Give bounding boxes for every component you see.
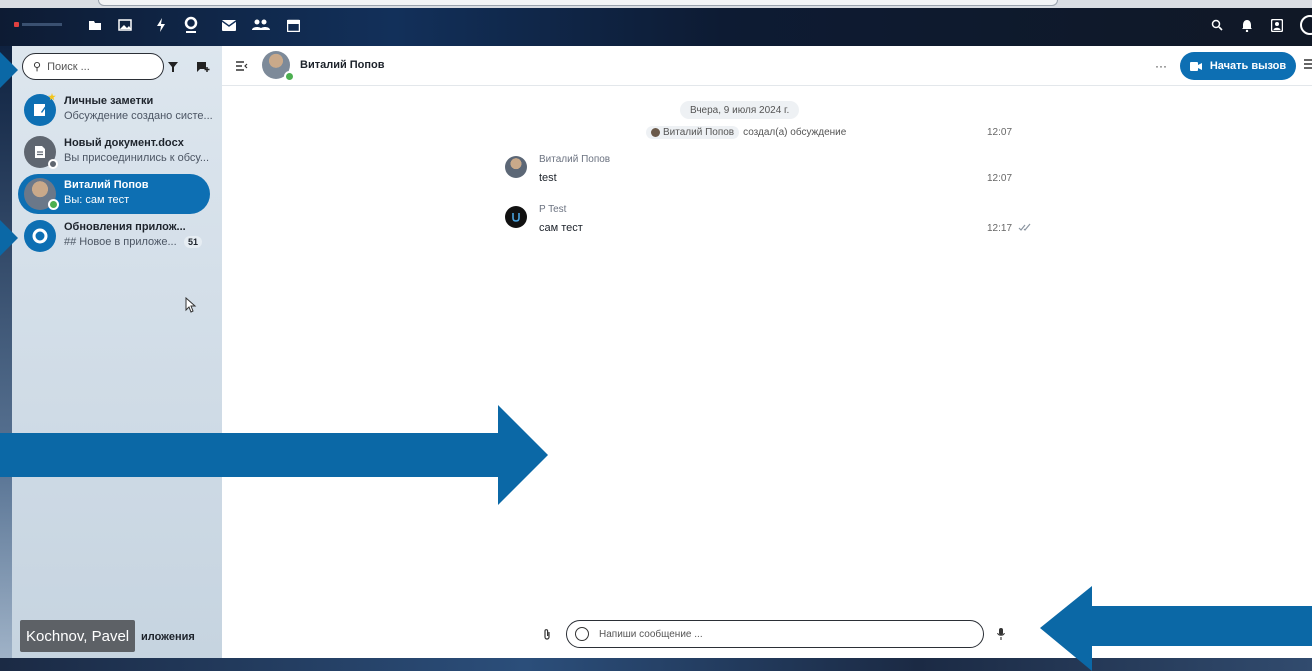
message-time: 12:17 <box>987 223 1013 234</box>
toggle-sidebar-button[interactable] <box>234 58 250 74</box>
files-icon[interactable] <box>84 14 106 36</box>
browser-address-bar[interactable] <box>98 0 1058 6</box>
conversation-item[interactable]: Обновления прилож... ## Новое в приложе.… <box>18 216 210 256</box>
start-call-label: Начать вызов <box>1209 60 1287 72</box>
annotation-arrow <box>1040 586 1312 671</box>
filter-button[interactable] <box>164 58 182 76</box>
message-text: сам тест <box>539 222 583 234</box>
contacts-icon[interactable] <box>250 14 272 36</box>
avatar[interactable] <box>505 156 527 178</box>
conversation-preview: Обсуждение создано систе... <box>64 110 213 122</box>
conversation-name: Личные заметки <box>64 95 154 107</box>
unread-badge: 51 <box>183 236 202 248</box>
chat-title: Виталий Попов <box>300 59 385 71</box>
conversation-preview: Вы: сам тест <box>64 194 130 206</box>
message-input-placeholder: Напиши сообщение ... <box>599 628 703 640</box>
desktop-edge <box>0 46 12 658</box>
talk-app-icon <box>24 220 56 252</box>
system-message-text: создал(а) обсуждение <box>743 127 847 138</box>
message-time: 12:07 <box>987 173 1013 184</box>
conversation-item-active[interactable]: Виталий Попов Вы: сам тест <box>18 174 210 214</box>
start-call-button[interactable]: Начать вызов <box>1180 52 1296 80</box>
conversation-name: Новый документ.docx <box>64 137 184 149</box>
conversation-preview: ## Новое в приложе... <box>64 236 177 248</box>
search-placeholder: Поиск ... <box>47 60 90 73</box>
online-status-icon <box>284 71 295 82</box>
new-conversation-button[interactable] <box>194 58 212 76</box>
message-time: 12:07 <box>987 127 1013 138</box>
search-icon[interactable] <box>1206 14 1228 36</box>
annotation-arrow <box>0 405 548 505</box>
conversation-name: Виталий Попов <box>64 179 149 191</box>
photos-icon[interactable] <box>114 14 136 36</box>
emoji-icon[interactable] <box>575 627 589 641</box>
conversation-item[interactable]: Новый документ.docx Вы присоединились к … <box>18 132 210 172</box>
annotation-arrow <box>0 220 18 256</box>
avatar[interactable] <box>505 206 527 228</box>
more-options-button[interactable]: ··· <box>1152 58 1170 74</box>
app-logo[interactable] <box>14 19 66 29</box>
contacts-menu-icon[interactable] <box>1266 14 1288 36</box>
app-top-bar <box>0 0 1312 46</box>
message-text: test <box>539 172 557 184</box>
link-icon <box>48 159 58 169</box>
activity-icon[interactable] <box>150 14 172 36</box>
search-icon: ⚲ <box>33 61 42 73</box>
video-camera-icon <box>1189 61 1202 71</box>
presenter-name-tag: Kochnov, Pavel <box>20 620 136 652</box>
mention-chip[interactable]: Виталий Попов <box>646 126 740 139</box>
date-separator: Вчера, 9 июля 2024 г. <box>680 101 800 119</box>
mention-name: Виталий Попов <box>663 127 735 138</box>
search-input[interactable]: ⚲ Поиск ... <box>22 53 164 80</box>
online-status-icon <box>48 199 59 210</box>
app-settings-label: иложения <box>141 631 195 643</box>
conversation-name: Обновления прилож... <box>64 221 186 233</box>
mail-icon[interactable] <box>218 14 240 36</box>
chat-header: Виталий Попов ··· Начать вызов <box>222 46 1312 86</box>
calendar-icon[interactable] <box>282 14 304 36</box>
message-input[interactable]: Напиши сообщение ... <box>566 620 984 648</box>
mouse-cursor-icon <box>185 296 197 318</box>
talk-icon[interactable] <box>180 14 202 36</box>
bell-icon[interactable] <box>1236 14 1258 36</box>
annotation-arrow <box>0 52 18 88</box>
conversation-item[interactable]: Личные заметки Обсуждение создано систе.… <box>18 90 213 130</box>
conversation-sidebar: ⚲ Поиск ... Личные заметки Обсуждение со… <box>12 46 222 658</box>
conversation-preview: Вы присоединились к обсу... <box>64 152 209 164</box>
system-message: Виталий Попов создал(а) обсуждение <box>646 126 846 139</box>
attach-file-button[interactable] <box>540 626 554 642</box>
user-avatar[interactable] <box>1296 14 1312 36</box>
sidebar-menu-icon[interactable] <box>1304 58 1312 74</box>
message-author: Виталий Попов <box>539 154 611 165</box>
avatar <box>651 128 660 137</box>
microphone-button[interactable] <box>994 626 1008 642</box>
chat-panel: Виталий Попов ··· Начать вызов Вчера, 9 … <box>222 46 1312 658</box>
browser-strip <box>0 0 1312 8</box>
read-receipt-icon <box>1018 223 1032 235</box>
message-author: P Test <box>539 204 567 215</box>
